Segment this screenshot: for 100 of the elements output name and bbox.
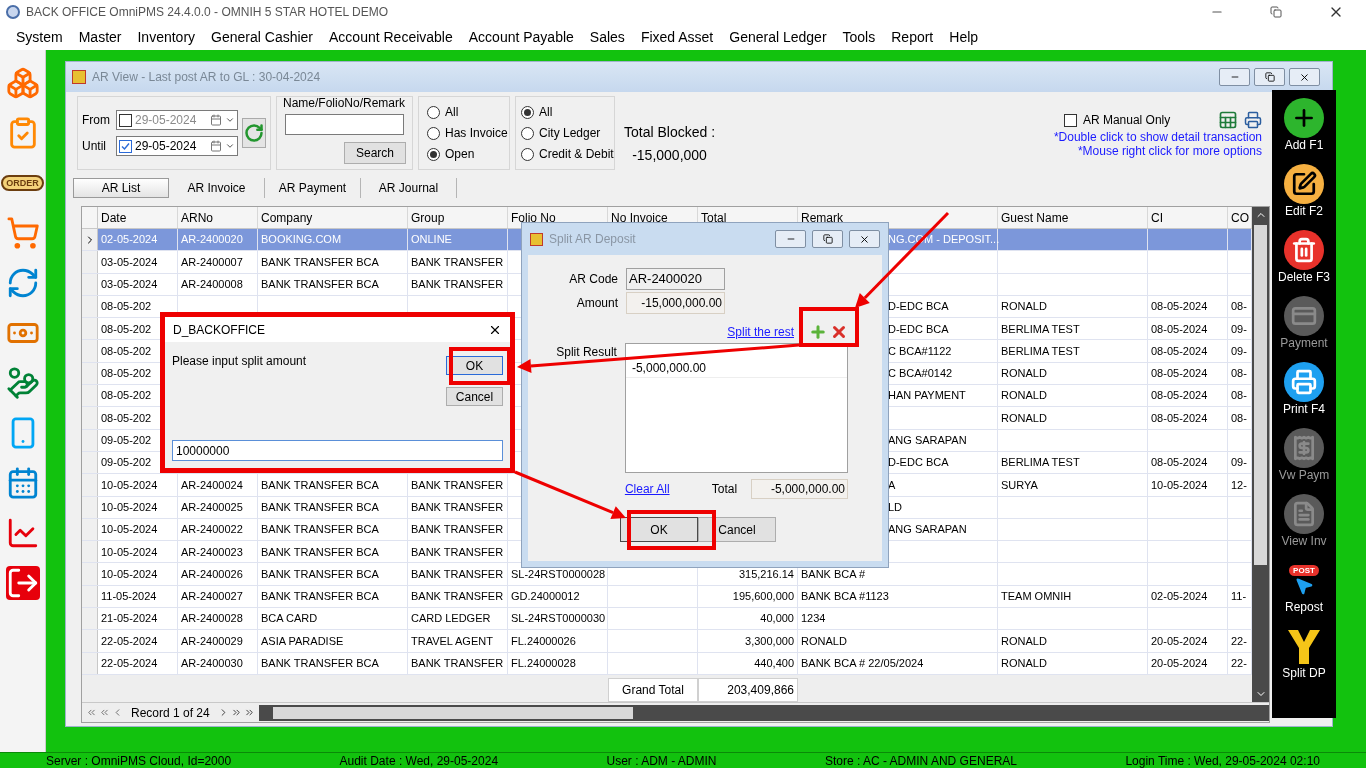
table-cell: 10-05-2024 [98,541,178,563]
table-cell: 08-05-2024 [1148,407,1228,429]
table-cell: ASIA PARADISE [258,630,408,652]
table-cell: BANK TRANSFER [408,563,508,585]
table-cell: AR-2400029 [178,630,258,652]
total-blocked-value: -15,000,000 [632,146,707,165]
radio-label: All [539,104,553,121]
radio-label: Open [445,146,475,163]
toolbar-label: Add F1 [1284,138,1324,152]
table-cell: BANK BCA # 22/05/2024 [798,652,998,674]
status-text: Store : AC - ADMIN AND GENERAL [824,753,1017,768]
table-cell: AR-2400007 [178,251,258,273]
table-cell: BANK TRANSFER [408,496,508,518]
dialog-title: Split AR Deposit [549,231,637,248]
toolbar-label: Split DP [1282,666,1326,680]
toolbar-label: Print F4 [1283,402,1325,416]
table-cell: 08-05-2024 [1148,318,1228,340]
table-cell: AR-2400027 [178,585,258,608]
status-text: User : ADM - ADMIN [606,753,717,768]
table-cell: 22-05-2024 [98,630,178,652]
table-cell: 02-05-2024 [98,229,178,251]
table-cell: AR-2400022 [178,518,258,541]
window-title: AR View - Last post AR to GL : 30-04-2024 [92,69,322,86]
status-text: Login Time : Wed, 29-05-2024 02:10 [1125,753,1320,768]
table-cell: BANK TRANSFER [408,518,508,541]
table-cell: 08-05-2024 [1148,295,1228,318]
date-label: From [82,112,111,129]
table-cell: BANK BCA #1123 [798,585,998,608]
table-cell: AR-2400020 [178,229,258,251]
table-cell: 20-05-2024 [1148,652,1228,674]
table-cell: 20-05-2024 [1148,630,1228,652]
table-cell: BANK TRANSFER BCA [258,541,408,563]
toolbar-label: Repost [1285,600,1323,614]
table-cell: BERLIMA TEST [998,451,1148,474]
toolbar-label: Payment [1280,336,1328,350]
radio-label: City Ledger [539,125,601,142]
table-cell: 10-05-2024 [98,518,178,541]
table-cell: 195,600,000 [698,585,798,608]
split-result-label: Split Result [555,344,617,361]
table-cell: 10-05-2024 [1148,474,1228,496]
table-cell: BERLIMA TEST [998,340,1148,362]
table-cell: AR-2400028 [178,608,258,630]
app-title: BACK OFFICE OmniPMS 24.4.0.0 - OMNIH 5 STAR HOTEL DEMO [26,4,390,21]
table-cell: TRAVEL AGENT [408,630,508,652]
table-cell: RONALD [998,407,1148,429]
table-cell: 03-05-2024 [98,251,178,273]
manual-only-label: AR Manual Only [1082,112,1171,129]
table-cell: 08-05-2024 [1148,451,1228,474]
table-cell: CARD LEDGER [408,608,508,630]
table-cell: FL.24000026 [508,630,608,652]
status-text: Audit Date : Wed, 29-05-2024 [339,753,499,768]
table-cell: 11-05-2024 [98,585,178,608]
table-cell: 21-05-2024 [98,608,178,630]
table-cell: BANK TRANSFER [408,474,508,496]
date-label: Until [82,138,107,155]
radio-label: Has Invoice [445,125,508,142]
table-cell: FL.24000028 [508,652,608,674]
grand-total-value: 203,409,866 [727,682,794,699]
radio-label: All [445,104,459,121]
amount-label: Amount [575,295,618,312]
table-cell: AR-2400026 [178,563,258,585]
table-cell: BERLIMA TEST [998,318,1148,340]
table-cell: 08-05-2024 [1148,362,1228,385]
table-cell: GD.24000012 [508,585,608,608]
toolbar-label: View Inv [1281,534,1327,548]
table-cell: 08-05-2024 [1148,340,1228,362]
table-cell: SL-24RST0000030 [508,608,608,630]
table-cell: 10-05-2024 [98,563,178,585]
ar-code-label: AR Code [568,271,618,288]
table-cell: BANK TRANSFER BCA [258,474,408,496]
table-cell: RONALD [998,652,1148,674]
total-blocked-label: Total Blocked : [624,123,716,142]
grand-total-label: Grand Total [622,682,684,699]
table-cell: TEAM OMNIH [998,585,1148,608]
table-cell: BANK TRANSFER BCA [258,496,408,518]
table-cell: BANK TRANSFER [408,541,508,563]
table-cell: BANK TRANSFER BCA [258,273,408,295]
post-badge: POST [1289,564,1319,576]
hint-text: *Double click to show detail transaction [1053,130,1262,144]
table-cell: AR-2400008 [178,273,258,295]
table-cell: 10-05-2024 [98,496,178,518]
table-cell: 03-05-2024 [98,273,178,295]
table-cell: RONALD [998,385,1148,407]
table-cell: BANK TRANSFER BCA [258,652,408,674]
table-cell: AR-2400030 [178,652,258,674]
table-cell: 10-05-2024 [98,474,178,496]
radio-label: Credit & Debit [539,146,614,163]
table-cell: AR-2400025 [178,496,258,518]
table-cell: SURYA [998,474,1148,496]
table-cell: RONALD [998,630,1148,652]
amount-field: -15,000,000.00 [626,292,725,314]
toolbar-label: Delete F3 [1278,270,1330,284]
table-cell: 40,000 [698,608,798,630]
table-cell: 1234 [798,608,998,630]
table-cell: BCA CARD [258,608,408,630]
table-cell: 22-05-2024 [98,652,178,674]
table-cell: BANK TRANSFER [408,585,508,608]
total-field: -5,000,000.00 [751,479,848,499]
table-cell: BANK TRANSFER BCA [258,251,408,273]
status-text: Server : OmniPMS Cloud, Id=2000 [46,753,232,768]
